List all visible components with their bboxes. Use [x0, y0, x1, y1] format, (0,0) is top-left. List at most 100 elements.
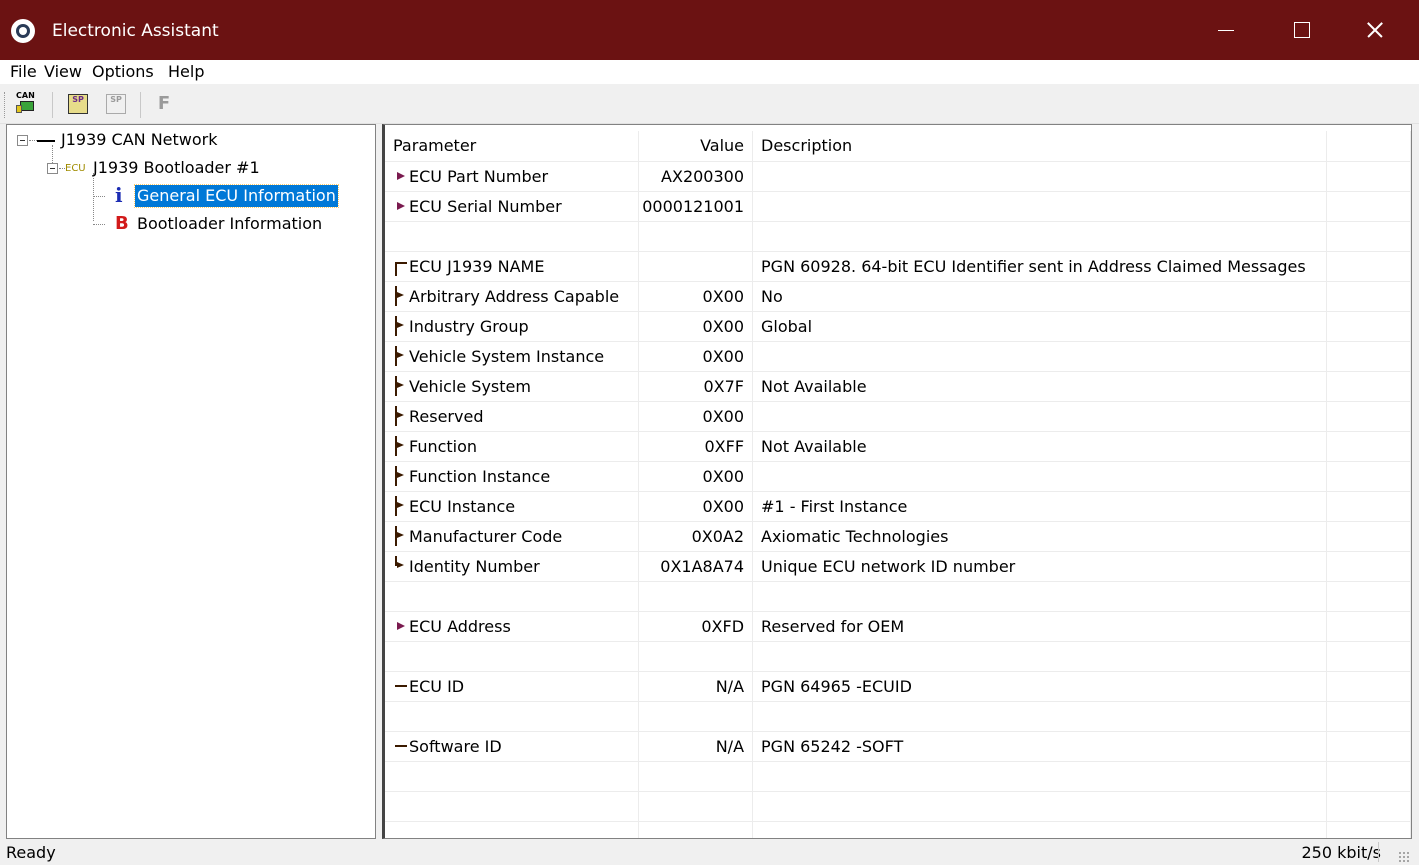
flash-button[interactable]: F [152, 92, 176, 116]
group-end-icon [393, 556, 409, 576]
cell-value[interactable]: 0X00 [638, 401, 754, 432]
table-row[interactable]: ECU J1939 NAME PGN 60928. 64-bit ECU Iden… [385, 251, 1411, 282]
cell-value[interactable]: 0000121001 [638, 191, 754, 222]
table-row[interactable] [385, 821, 1411, 838]
cell-parameter: Industry Group [385, 311, 640, 342]
table-row[interactable]: Industry Group 0X00 Global [385, 311, 1411, 342]
menu-view[interactable]: View [44, 62, 82, 82]
menu-file[interactable]: File [10, 62, 37, 82]
cell-value[interactable]: 0X7F [638, 371, 754, 402]
minimize-button[interactable] [1190, 0, 1264, 60]
cell-value[interactable]: 0X00 [638, 491, 754, 522]
cell-description: PGN 60928. 64-bit ECU Identifier sent in… [752, 251, 1327, 282]
cell-value[interactable]: 0XFD [638, 611, 754, 642]
tree-label-bootloader-info: Bootloader Information [137, 214, 323, 233]
cell-filler [1326, 551, 1411, 582]
table-row[interactable]: Vehicle System Instance 0X00 [385, 341, 1411, 372]
toolbar-grip[interactable] [4, 92, 7, 118]
table-row[interactable] [385, 221, 1411, 252]
cell-filler [1326, 311, 1411, 342]
table-row[interactable]: Software ID N/A PGN 65242 -SOFT [385, 731, 1411, 762]
table-row[interactable]: ECU Serial Number 0000121001 [385, 191, 1411, 222]
table-row[interactable]: Manufacturer Code 0X0A2 Axiomatic Technolo… [385, 521, 1411, 552]
cell-parameter: Vehicle System Instance [385, 341, 640, 372]
header-parameter[interactable]: Parameter [385, 131, 640, 162]
collapse-icon[interactable] [47, 163, 58, 174]
group-start-icon [393, 256, 409, 277]
table-row[interactable]: Vehicle System 0X7F Not Available [385, 371, 1411, 402]
cell-parameter: Identity Number [385, 551, 640, 582]
group-branch-icon [393, 436, 409, 457]
table-row[interactable]: Function Instance 0X00 [385, 461, 1411, 492]
menu-help[interactable]: Help [168, 62, 204, 82]
close-button[interactable] [1338, 0, 1412, 60]
cell-description: PGN 64965 -ECUID [752, 671, 1327, 702]
table-row[interactable]: ECU Address 0XFD Reserved for OEM [385, 611, 1411, 642]
cell-value[interactable]: AX200300 [638, 161, 754, 192]
collapse-icon[interactable] [17, 135, 28, 146]
cell-description: Not Available [752, 371, 1327, 402]
setpoint-file-button[interactable]: SP [66, 92, 90, 116]
cell-parameter: Manufacturer Code [385, 521, 640, 552]
status-bar: Ready 250 kbit/s [0, 839, 1419, 865]
cell-value[interactable]: 0X00 [638, 311, 754, 342]
cell-value[interactable]: 0X00 [638, 461, 754, 492]
cell-description: Unique ECU network ID number [752, 551, 1327, 582]
table-row[interactable]: Identity Number 0X1A8A74 Unique ECU networ… [385, 551, 1411, 582]
table-row[interactable]: ECU ID N/A PGN 64965 -ECUID [385, 671, 1411, 702]
table-row[interactable]: Function 0XFF Not Available [385, 431, 1411, 462]
header-description[interactable]: Description [752, 131, 1327, 162]
table-row[interactable] [385, 791, 1411, 822]
cell-parameter: ECU Serial Number [385, 191, 640, 222]
cell-value[interactable] [638, 791, 754, 822]
table-row[interactable]: ECU Part Number AX200300 [385, 161, 1411, 192]
cell-value[interactable] [638, 221, 754, 252]
resize-grip-icon[interactable] [1398, 851, 1410, 863]
table-row[interactable] [385, 761, 1411, 792]
table-row[interactable]: Arbitrary Address Capable 0X00 No [385, 281, 1411, 312]
parameter-name: Software ID [409, 736, 502, 756]
cell-description [752, 401, 1327, 432]
cell-value[interactable] [638, 761, 754, 792]
cell-parameter [385, 701, 640, 732]
cell-value[interactable] [638, 701, 754, 732]
cell-description [752, 161, 1327, 192]
cell-filler [1326, 461, 1411, 492]
maximize-button[interactable] [1264, 0, 1338, 60]
cell-value[interactable]: N/A [638, 671, 754, 702]
table-row[interactable] [385, 701, 1411, 732]
cell-filler [1326, 401, 1411, 432]
cell-description [752, 191, 1327, 222]
table-row[interactable] [385, 641, 1411, 672]
table-row[interactable] [385, 581, 1411, 612]
cell-filler [1326, 701, 1411, 732]
cell-value[interactable]: 0X00 [638, 281, 754, 312]
table-row[interactable]: ECU Instance 0X00 #1 - First Instance [385, 491, 1411, 522]
cell-description: PGN 65242 -SOFT [752, 731, 1327, 762]
cell-value[interactable]: 0X1A8A74 [638, 551, 754, 582]
cell-value[interactable]: 0X0A2 [638, 521, 754, 552]
cell-parameter [385, 791, 640, 822]
can-connect-button[interactable]: CAN [14, 91, 38, 116]
cell-value[interactable]: 0X00 [638, 341, 754, 372]
cell-description [752, 821, 1327, 838]
cell-parameter [385, 761, 640, 792]
table-body: ECU Part Number AX200300 ECU Serial Number… [385, 161, 1411, 838]
arrow-marker-icon [393, 166, 409, 186]
menu-options[interactable]: Options [92, 62, 154, 82]
cell-value[interactable]: 0XFF [638, 431, 754, 462]
cell-value[interactable] [638, 821, 754, 838]
setpoint-disabled-button[interactable]: SP [104, 92, 128, 116]
cell-filler [1326, 161, 1411, 192]
parameter-name: Vehicle System Instance [409, 346, 605, 366]
parameter-name: Reserved [409, 406, 484, 426]
cell-value[interactable]: N/A [638, 731, 754, 762]
cell-value[interactable] [638, 581, 754, 612]
cell-value[interactable] [638, 641, 754, 672]
table-row[interactable]: Reserved 0X00 [385, 401, 1411, 432]
bitrate-indicator: 250 kbit/s [1301, 843, 1382, 862]
header-filler [1326, 131, 1411, 162]
cell-filler [1326, 791, 1411, 822]
cell-value[interactable] [638, 251, 754, 282]
header-value[interactable]: Value [638, 131, 754, 162]
